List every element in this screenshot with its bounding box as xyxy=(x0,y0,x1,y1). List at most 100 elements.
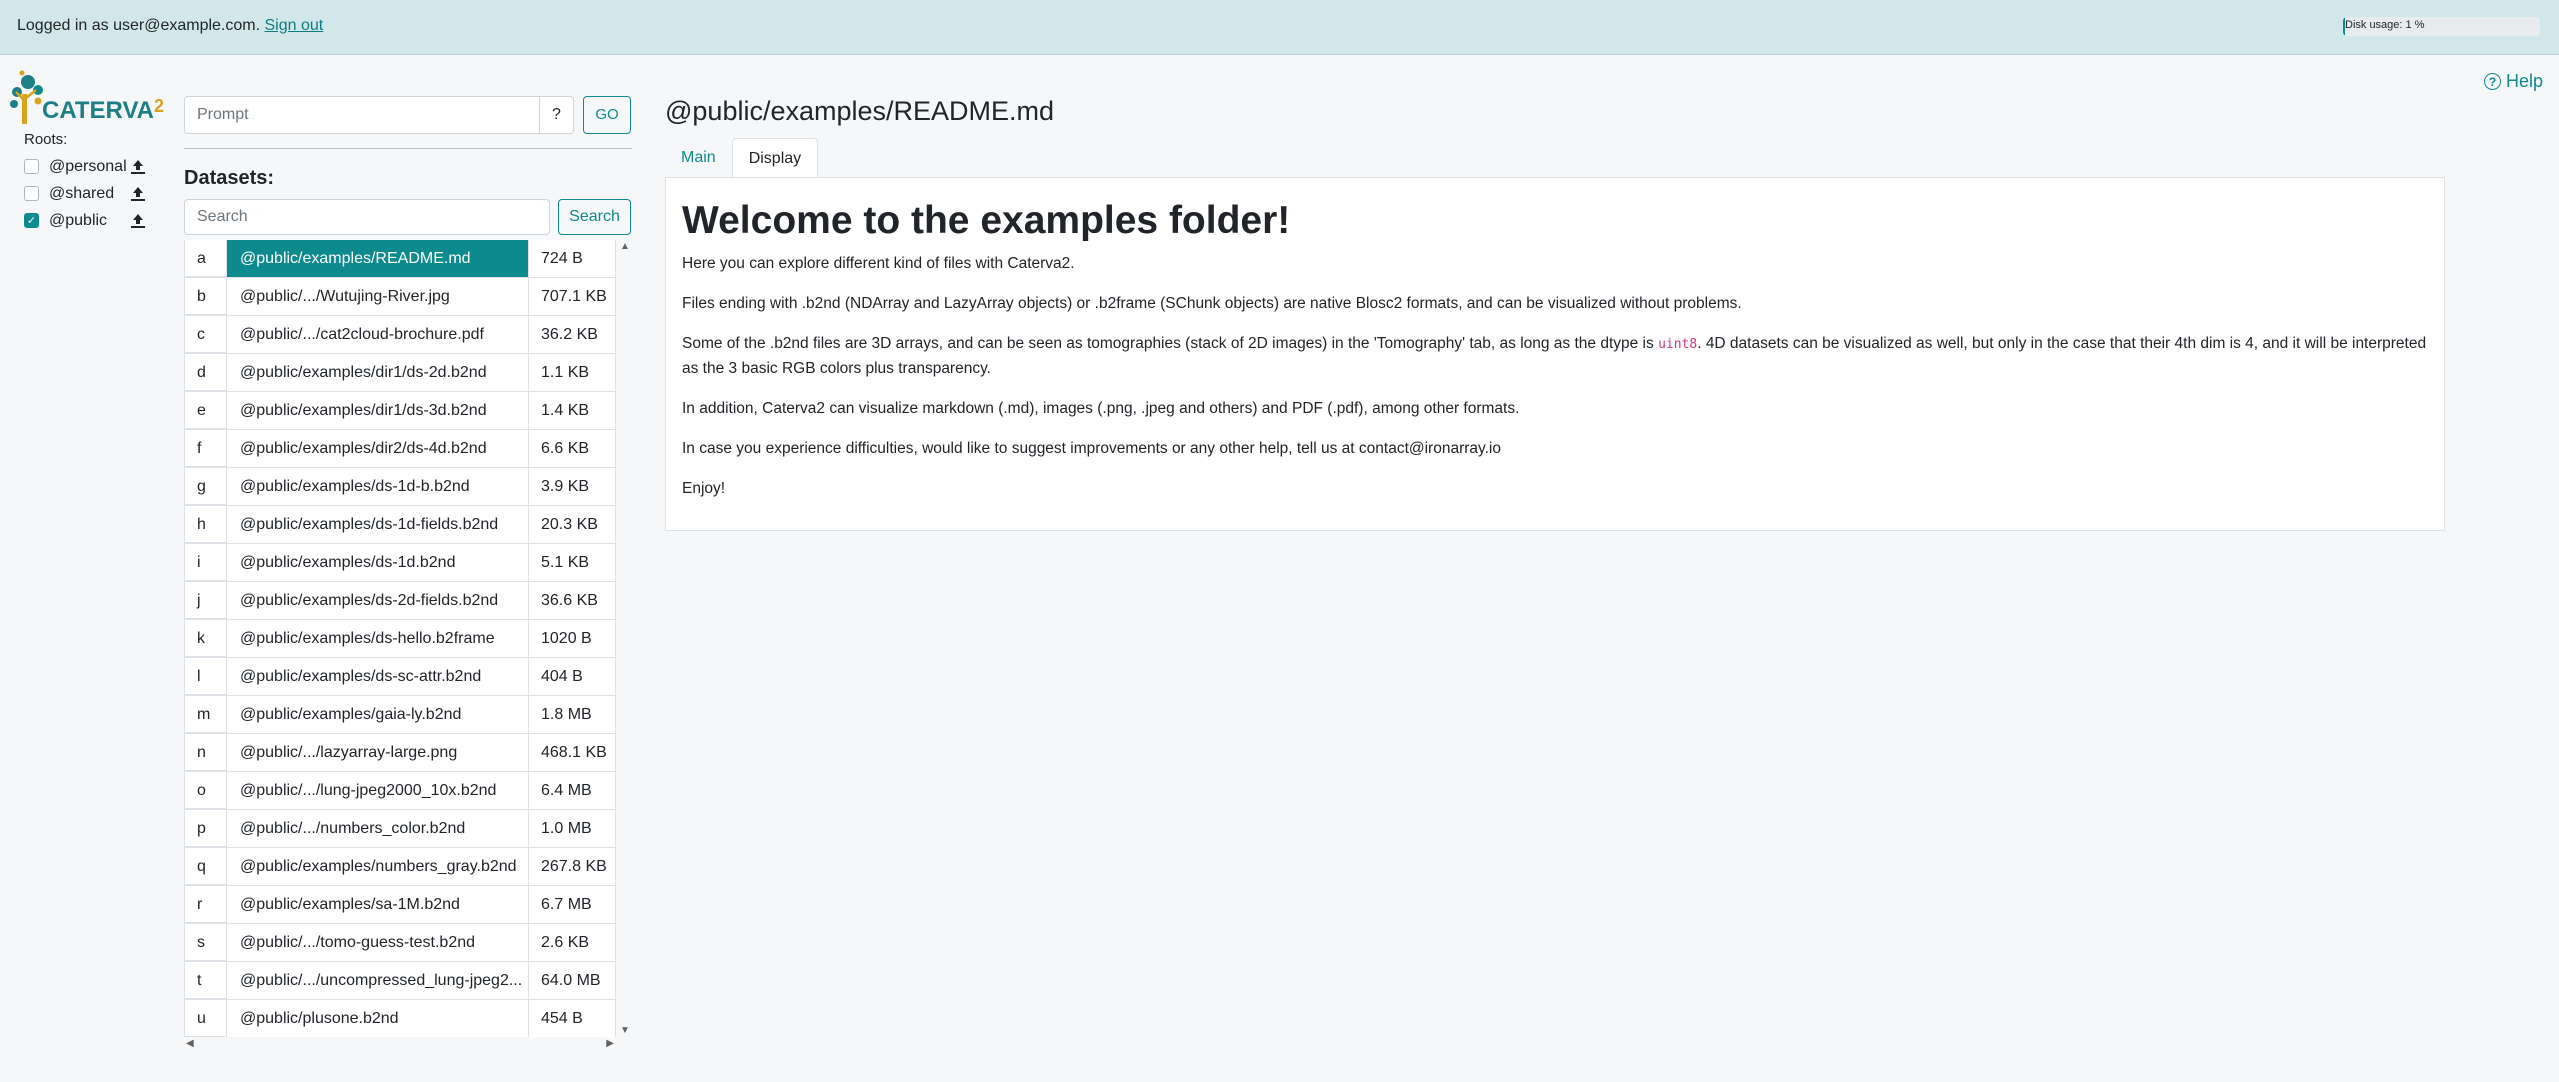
help-label: Help xyxy=(2506,71,2544,91)
search-input[interactable]: Search xyxy=(184,199,550,235)
dataset-name[interactable]: @public/examples/ds-1d-b.b2nd xyxy=(227,468,529,505)
dataset-size: 404 B xyxy=(529,658,616,695)
table-row[interactable]: f @public/examples/dir2/ds-4d.b2nd 6.6 KB xyxy=(184,430,616,468)
root-checkbox-shared[interactable] xyxy=(24,186,39,201)
dataset-name[interactable]: @public/examples/ds-sc-attr.b2nd xyxy=(227,658,529,695)
top-banner: Logged in as user@example.com. Sign out … xyxy=(0,0,2559,55)
table-row[interactable]: t @public/.../uncompressed_lung-jpeg2... 6… xyxy=(184,962,616,1000)
dataset-size: 267.8 KB xyxy=(529,848,616,885)
scroll-left-icon[interactable]: ◀ xyxy=(186,1038,194,1049)
upload-icon[interactable] xyxy=(130,158,146,176)
row-key: t xyxy=(184,962,227,999)
disk-usage-label: Disk usage: 1 % xyxy=(2345,19,2425,31)
dataset-name[interactable]: @public/examples/dir1/ds-3d.b2nd xyxy=(227,392,529,429)
table-row[interactable]: c @public/.../cat2cloud-brochure.pdf 36.2 … xyxy=(184,316,616,354)
dataset-name[interactable]: @public/examples/ds-hello.b2frame xyxy=(227,620,529,657)
row-key: o xyxy=(184,772,227,809)
dataset-name[interactable]: @public/.../cat2cloud-brochure.pdf xyxy=(227,316,529,353)
content-paragraph: Here you can explore different kind of f… xyxy=(682,254,1075,272)
upload-icon[interactable] xyxy=(130,185,146,203)
scroll-up-icon[interactable]: ▲ xyxy=(620,241,630,252)
table-row[interactable]: n @public/.../lazyarray-large.png 468.1 KB xyxy=(184,734,616,772)
table-row[interactable]: a @public/examples/README.md 724 B xyxy=(184,240,616,278)
roots-panel: Roots: @personal @shared ✓ @public xyxy=(24,131,149,234)
row-key: s xyxy=(184,924,227,961)
dataset-size: 1020 B xyxy=(529,620,616,657)
row-key: m xyxy=(184,696,227,733)
root-checkbox-public[interactable]: ✓ xyxy=(24,213,39,228)
content-heading: Welcome to the examples folder! xyxy=(682,199,1291,242)
dataset-name[interactable]: @public/examples/dir2/ds-4d.b2nd xyxy=(227,430,529,467)
dataset-name[interactable]: @public/examples/gaia-ly.b2nd xyxy=(227,696,529,733)
scroll-down-icon[interactable]: ▼ xyxy=(620,1025,630,1036)
table-row[interactable]: d @public/examples/dir1/ds-2d.b2nd 1.1 KB xyxy=(184,354,616,392)
content-paragraph: In case you experience difficulties, wou… xyxy=(682,439,1501,457)
dataset-name[interactable]: @public/.../lung-jpeg2000_10x.b2nd xyxy=(227,772,529,809)
row-key: r xyxy=(184,886,227,923)
table-row[interactable]: h @public/examples/ds-1d-fields.b2nd 20.3 … xyxy=(184,506,616,544)
row-key: n xyxy=(184,734,227,771)
row-key: k xyxy=(184,620,227,657)
scroll-right-icon[interactable]: ▶ xyxy=(606,1038,614,1049)
paragraph-text: Some of the .b2nd files are 3D arrays, a… xyxy=(682,334,1659,352)
root-item-personal[interactable]: @personal xyxy=(24,153,149,180)
table-row[interactable]: m @public/examples/gaia-ly.b2nd 1.8 MB xyxy=(184,696,616,734)
dataset-size: 707.1 KB xyxy=(529,278,616,315)
table-row[interactable]: b @public/.../Wutujing-River.jpg 707.1 KB xyxy=(184,278,616,316)
dataset-name[interactable]: @public/.../uncompressed_lung-jpeg2... xyxy=(227,962,529,999)
row-key: b xyxy=(184,278,227,315)
dataset-name[interactable]: @public/examples/ds-1d.b2nd xyxy=(227,544,529,581)
row-key: p xyxy=(184,810,227,847)
dataset-name[interactable]: @public/examples/README.md xyxy=(227,240,529,277)
table-row[interactable]: g @public/examples/ds-1d-b.b2nd 3.9 KB xyxy=(184,468,616,506)
dataset-name[interactable]: @public/examples/numbers_gray.b2nd xyxy=(227,848,529,885)
dataset-name[interactable]: @public/.../numbers_color.b2nd xyxy=(227,810,529,847)
content-paragraph: Files ending with .b2nd (NDArray and Laz… xyxy=(682,294,1742,312)
root-item-shared[interactable]: @shared xyxy=(24,180,149,207)
horizontal-scrollbar[interactable]: ◀ ▶ xyxy=(184,1038,616,1052)
roots-title: Roots: xyxy=(24,131,68,148)
row-key: d xyxy=(184,354,227,391)
search-button[interactable]: Search xyxy=(558,199,631,235)
tab-display[interactable]: Display xyxy=(731,138,819,178)
prompt-input[interactable]: Prompt xyxy=(184,96,540,134)
tab-main[interactable]: Main xyxy=(665,138,732,178)
row-key: l xyxy=(184,658,227,695)
row-key: j xyxy=(184,582,227,619)
login-status: Logged in as user@example.com. Sign out xyxy=(17,17,323,35)
upload-icon[interactable] xyxy=(130,212,146,230)
table-row[interactable]: j @public/examples/ds-2d-fields.b2nd 36.6 … xyxy=(184,582,616,620)
content-paragraph: In addition, Caterva2 can visualize mark… xyxy=(682,399,1520,417)
dataset-size: 468.1 KB xyxy=(529,734,616,771)
sign-out-link[interactable]: Sign out xyxy=(265,17,324,34)
go-button[interactable]: GO xyxy=(583,96,631,134)
dataset-name[interactable]: @public/.../lazyarray-large.png xyxy=(227,734,529,771)
table-row[interactable]: r @public/examples/sa-1M.b2nd 6.7 MB xyxy=(184,886,616,924)
table-row[interactable]: u @public/plusone.b2nd 454 B xyxy=(184,1000,616,1037)
table-row[interactable]: s @public/.../tomo-guess-test.b2nd 2.6 KB xyxy=(184,924,616,962)
prompt-help-button[interactable]: ? xyxy=(540,96,574,134)
dataset-name[interactable]: @public/examples/dir1/ds-2d.b2nd xyxy=(227,354,529,391)
dataset-name[interactable]: @public/.../tomo-guess-test.b2nd xyxy=(227,924,529,961)
dataset-name[interactable]: @public/.../Wutujing-River.jpg xyxy=(227,278,529,315)
vertical-scrollbar[interactable]: ▲ ▼ xyxy=(618,240,632,1037)
table-row[interactable]: i @public/examples/ds-1d.b2nd 5.1 KB xyxy=(184,544,616,582)
disk-usage-bar: Disk usage: 1 % xyxy=(2343,17,2540,36)
dataset-name[interactable]: @public/examples/ds-1d-fields.b2nd xyxy=(227,506,529,543)
table-row[interactable]: o @public/.../lung-jpeg2000_10x.b2nd 6.4 M… xyxy=(184,772,616,810)
caterva2-logo[interactable]: CATERVA2 xyxy=(8,70,164,125)
login-text: Logged in as user@example.com. xyxy=(17,17,261,34)
table-row[interactable]: p @public/.../numbers_color.b2nd 1.0 MB xyxy=(184,810,616,848)
table-row[interactable]: e @public/examples/dir1/ds-3d.b2nd 1.4 KB xyxy=(184,392,616,430)
dataset-name[interactable]: @public/examples/sa-1M.b2nd xyxy=(227,886,529,923)
dataset-name[interactable]: @public/examples/ds-2d-fields.b2nd xyxy=(227,582,529,619)
dataset-name[interactable]: @public/plusone.b2nd xyxy=(227,1000,529,1037)
root-checkbox-personal[interactable] xyxy=(24,159,39,174)
help-link[interactable]: ? Help xyxy=(2484,71,2543,92)
table-row[interactable]: l @public/examples/ds-sc-attr.b2nd 404 B xyxy=(184,658,616,696)
table-row[interactable]: q @public/examples/numbers_gray.b2nd 267.8… xyxy=(184,848,616,886)
inline-code: uint8 xyxy=(1658,336,1698,352)
root-item-public[interactable]: ✓ @public xyxy=(24,207,149,234)
row-key: e xyxy=(184,392,227,429)
table-row[interactable]: k @public/examples/ds-hello.b2frame 1020 B xyxy=(184,620,616,658)
